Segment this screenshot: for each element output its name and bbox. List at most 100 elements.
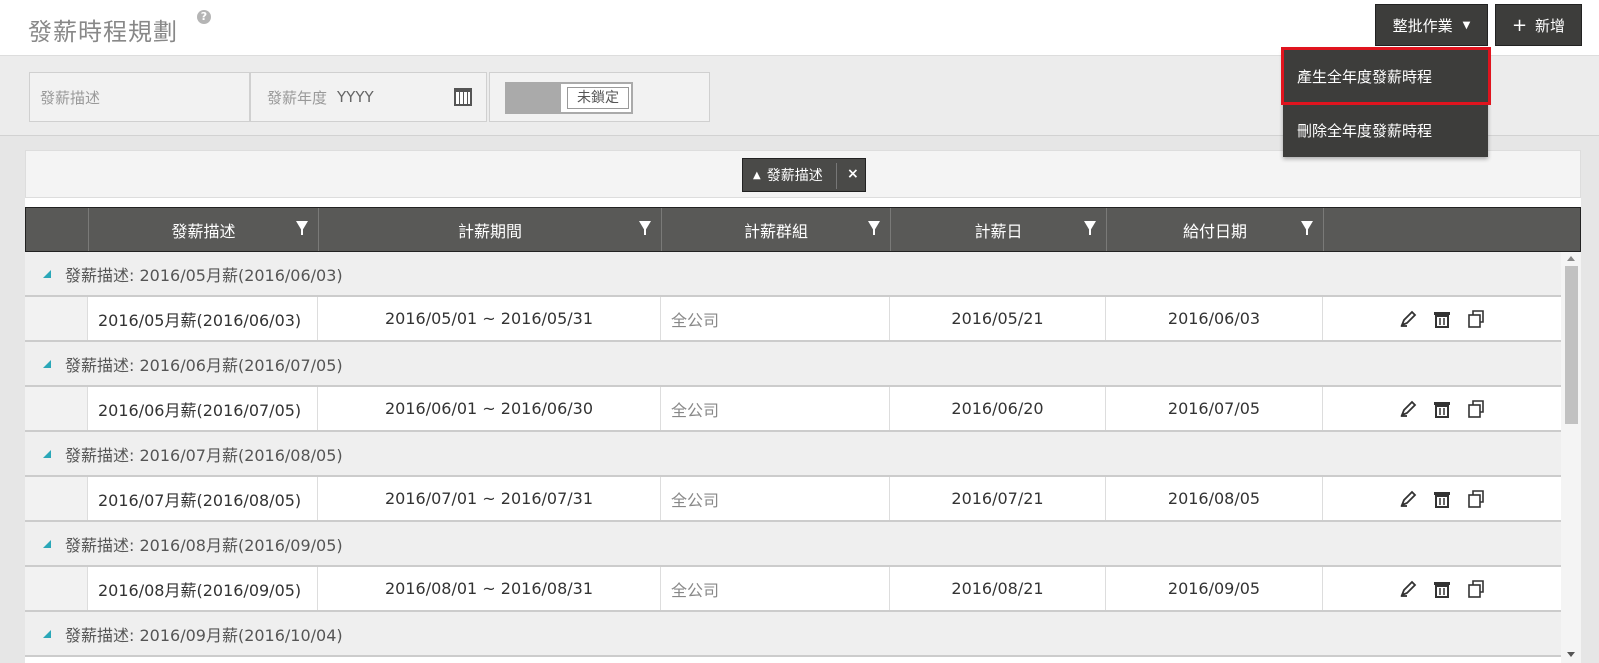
cell-group: 全公司 [661,477,890,520]
edit-icon[interactable] [1398,399,1418,419]
cell-period: 2016/06/01 ~ 2016/06/30 [318,387,661,430]
cell-calc-day: 2016/06/20 [890,387,1106,430]
menu-item-generate-year-schedule[interactable]: 產生全年度發薪時程 [1283,49,1488,103]
table-body: 發薪描述: 2016/05月薪(2016/06/03) 2016/05月薪(20… [25,252,1561,663]
lock-filter: 未鎖定 [489,72,710,122]
table-header: 發薪描述 計薪期間 計薪群組 計薪日 給付日期 [25,207,1581,252]
row-indent-cell [25,477,88,520]
sort-up-icon[interactable]: ▲ [753,170,761,181]
year-filter-label: 發薪年度 [267,88,328,107]
add-label: 新增 [1535,16,1566,35]
row-indent-cell [25,387,88,430]
cell-calc-day: 2016/05/21 [890,297,1106,340]
chip-divider [836,163,837,189]
cell-actions [1323,567,1561,610]
group-row[interactable]: 發薪描述: 2016/06月薪(2016/07/05) [25,342,1561,387]
cell-pay-date: 2016/08/05 [1106,477,1323,520]
group-row[interactable]: 發薪描述: 2016/05月薪(2016/06/03) [25,252,1561,297]
cell-pay-date: 2016/07/05 [1106,387,1323,430]
menu-item-delete-year-schedule[interactable]: 刪除全年度發薪時程 [1283,103,1488,157]
expand-triangle-icon[interactable] [43,449,51,458]
cell-pay-date: 2016/09/05 [1106,567,1323,610]
row-indent-cell [25,567,88,610]
column-header-label: 計薪期間 [457,221,522,241]
toggle-knob [507,84,561,112]
delete-icon[interactable] [1432,579,1452,599]
cell-group: 全公司 [661,297,890,340]
table-row[interactable]: 2016/08月薪(2016/09/05) 2016/08/01 ~ 2016/… [25,567,1561,612]
header-bar: 發薪時程規劃 ? 整批作業 ▼ + 新增 [0,0,1599,56]
batch-operations-label: 整批作業 [1392,16,1453,35]
group-by-zone: ▲ 發薪描述 × [25,150,1581,198]
column-header-desc[interactable]: 發薪描述 [89,208,319,251]
group-row-label: 發薪描述: 2016/06月薪(2016/07/05) [65,355,343,375]
copy-icon[interactable] [1466,489,1486,509]
column-header-pay-date[interactable]: 給付日期 [1107,208,1324,251]
filter-icon[interactable] [868,221,880,235]
desc-filter-input[interactable]: 發薪描述 [29,72,250,122]
filter-icon[interactable] [639,221,651,235]
filter-icon[interactable] [296,221,308,235]
expand-triangle-icon[interactable] [43,629,51,638]
row-indent-cell [25,297,88,340]
column-header-group[interactable]: 計薪群組 [662,208,891,251]
column-header-actions [1324,208,1530,251]
year-filter-placeholder: YYYY [337,88,374,106]
column-header-label: 計薪日 [974,221,1023,241]
plus-icon: + [1511,14,1528,36]
expand-triangle-icon[interactable] [43,269,51,278]
cell-group: 全公司 [661,387,890,430]
year-filter-input[interactable]: 發薪年度 YYYY [250,72,487,122]
calendar-icon[interactable] [454,88,472,106]
close-icon[interactable]: × [847,166,859,182]
help-icon[interactable]: ? [197,10,211,24]
desc-filter-placeholder: 發薪描述 [40,88,101,107]
expand-triangle-icon[interactable] [43,539,51,548]
delete-icon[interactable] [1432,399,1452,419]
delete-icon[interactable] [1432,489,1452,509]
cell-calc-day: 2016/07/21 [890,477,1106,520]
cell-desc: 2016/07月薪(2016/08/05) [88,477,318,520]
cell-actions [1323,297,1561,340]
copy-icon[interactable] [1466,309,1486,329]
group-row-label: 發薪描述: 2016/08月薪(2016/09/05) [65,535,343,555]
caret-down-icon: ▼ [1462,19,1471,31]
column-header-calc-day[interactable]: 計薪日 [891,208,1107,251]
edit-icon[interactable] [1398,579,1418,599]
lock-status-label: 未鎖定 [567,87,629,109]
group-row[interactable]: 發薪描述: 2016/07月薪(2016/08/05) [25,432,1561,477]
group-by-chip[interactable]: ▲ 發薪描述 × [742,158,866,192]
scroll-down-icon[interactable] [1567,652,1575,657]
column-header-label: 計薪群組 [743,221,808,241]
group-row-label: 發薪描述: 2016/07月薪(2016/08/05) [65,445,343,465]
column-header-period[interactable]: 計薪期間 [319,208,662,251]
group-row[interactable]: 發薪描述: 2016/09月薪(2016/10/04) [25,612,1561,657]
lock-toggle[interactable]: 未鎖定 [505,82,633,114]
cell-actions [1323,477,1561,520]
cell-pay-date: 2016/06/03 [1106,297,1323,340]
edit-icon[interactable] [1398,309,1418,329]
delete-icon[interactable] [1432,309,1452,329]
header-blank-cell [26,208,89,251]
add-button[interactable]: + 新增 [1495,4,1582,46]
cell-desc: 2016/06月薪(2016/07/05) [88,387,318,430]
scroll-up-icon[interactable] [1567,256,1575,261]
cell-desc: 2016/05月薪(2016/06/03) [88,297,318,340]
cell-desc: 2016/08月薪(2016/09/05) [88,567,318,610]
batch-operations-button[interactable]: 整批作業 ▼ [1375,4,1488,46]
group-row[interactable]: 發薪描述: 2016/08月薪(2016/09/05) [25,522,1561,567]
copy-icon[interactable] [1466,579,1486,599]
column-header-label: 給付日期 [1182,221,1247,241]
page-title: 發薪時程規劃 [28,18,178,46]
table-row[interactable]: 2016/06月薪(2016/07/05) 2016/06/01 ~ 2016/… [25,387,1561,432]
table-row[interactable]: 2016/05月薪(2016/06/03) 2016/05/01 ~ 2016/… [25,297,1561,342]
vertical-scrollbar[interactable] [1561,252,1581,663]
filter-icon[interactable] [1301,221,1313,235]
scrollbar-thumb[interactable] [1565,266,1578,424]
table-row[interactable]: 2016/07月薪(2016/08/05) 2016/07/01 ~ 2016/… [25,477,1561,522]
expand-triangle-icon[interactable] [43,359,51,368]
copy-icon[interactable] [1466,399,1486,419]
filter-icon[interactable] [1084,221,1096,235]
edit-icon[interactable] [1398,489,1418,509]
cell-group: 全公司 [661,567,890,610]
